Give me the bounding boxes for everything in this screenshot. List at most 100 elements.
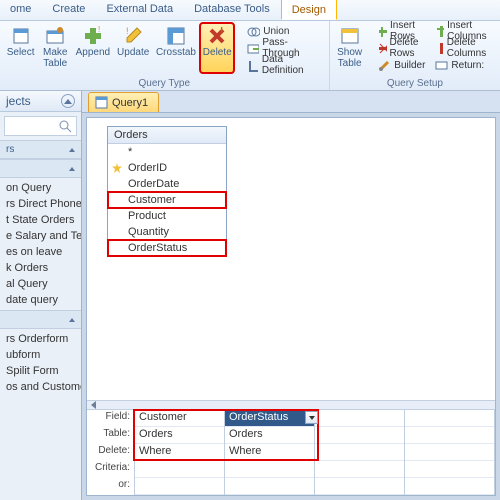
field-orderid[interactable]: OrderID xyxy=(108,160,226,176)
svg-text:!: ! xyxy=(98,26,100,34)
delete-rows-button[interactable]: Delete Rows xyxy=(374,40,429,56)
tab-home[interactable]: ome xyxy=(0,0,42,20)
select-icon xyxy=(11,26,31,46)
search-input[interactable] xyxy=(4,116,77,136)
field-dropdown[interactable] xyxy=(305,411,318,424)
field-customer[interactable]: Customer xyxy=(108,192,226,208)
make-table-icon xyxy=(45,26,65,46)
builder-button[interactable]: Builder xyxy=(374,57,429,73)
make-table-button[interactable]: Make Table xyxy=(39,23,71,73)
nav-item[interactable]: t State Orders xyxy=(0,212,81,228)
group-query-type: Select Make Table ! Append ! Update Cros… xyxy=(0,21,330,90)
qbe-column[interactable]: OrderStatusOrdersWhere xyxy=(225,410,315,495)
builder-icon xyxy=(378,59,391,72)
show-table-button[interactable]: Show Table xyxy=(334,23,366,73)
qbe-cell[interactable] xyxy=(315,461,404,478)
delete-columns-button[interactable]: Delete Columns xyxy=(431,40,496,56)
qbe-cell[interactable] xyxy=(135,461,224,478)
field-quantity[interactable]: Quantity xyxy=(108,224,226,240)
update-button[interactable]: ! Update xyxy=(115,23,152,73)
qbe-cell[interactable]: Orders xyxy=(225,427,314,444)
svg-text:!: ! xyxy=(220,26,223,37)
qbe-cell[interactable] xyxy=(315,444,404,461)
append-button[interactable]: ! Append xyxy=(73,23,112,73)
query-tab[interactable]: Query1 xyxy=(88,92,159,112)
qbe-cell[interactable]: OrderStatus xyxy=(225,410,314,427)
qbe-cell[interactable]: Where xyxy=(225,444,314,461)
field-orderdate[interactable]: OrderDate xyxy=(108,176,226,192)
qbe-cell[interactable] xyxy=(405,427,494,444)
qbe-cell[interactable]: Orders xyxy=(135,427,224,444)
qbe-cell[interactable] xyxy=(225,478,314,495)
qbe-grid: Field:Table:Delete:Criteria:or: Customer… xyxy=(87,410,495,495)
qbe-cell[interactable] xyxy=(315,427,404,444)
collapse-icon[interactable] xyxy=(61,94,75,108)
table-orders[interactable]: Orders *OrderIDOrderDateCustomerProductQ… xyxy=(107,126,227,257)
group-title-query-setup: Query Setup xyxy=(334,77,497,90)
group-title-query-type: Query Type xyxy=(4,77,325,90)
nav-section-queries[interactable] xyxy=(0,159,81,178)
splitter[interactable] xyxy=(87,400,495,410)
qbe-cell[interactable] xyxy=(405,478,494,495)
qbe-cell[interactable] xyxy=(405,444,494,461)
data-definition-button[interactable]: Data Definition xyxy=(243,57,324,73)
return-button[interactable]: Return: xyxy=(431,57,496,73)
group-query-setup: Show Table Insert Rows Delete Rows Build… xyxy=(330,21,500,90)
delete-icon: ! xyxy=(207,26,227,46)
select-button[interactable]: Select xyxy=(4,23,37,73)
qbe-column[interactable]: CustomerOrdersWhere xyxy=(135,410,225,495)
return-icon xyxy=(435,59,448,72)
nav-item[interactable]: e Salary and Tenure Q... xyxy=(0,228,81,244)
tab-database-tools[interactable]: Database Tools xyxy=(184,0,281,20)
qbe-column[interactable] xyxy=(405,410,495,495)
qbe-cell[interactable] xyxy=(315,410,404,427)
crosstab-icon xyxy=(166,26,186,46)
qbe-label: or: xyxy=(87,478,134,495)
qbe-cell[interactable]: Where xyxy=(135,444,224,461)
insert-rows-icon xyxy=(378,25,387,38)
design-canvas[interactable]: Orders *OrderIDOrderDateCustomerProductQ… xyxy=(87,118,495,400)
tab-design[interactable]: Design xyxy=(281,0,337,20)
field-*[interactable]: * xyxy=(108,144,226,160)
nav-item[interactable]: date query xyxy=(0,292,81,308)
qbe-column[interactable] xyxy=(315,410,405,495)
nav-item[interactable]: rs Orderform xyxy=(0,331,81,347)
data-definition-icon xyxy=(247,59,259,72)
qbe-label: Table: xyxy=(87,427,134,444)
qbe-label: Field: xyxy=(87,410,134,427)
nav-section-forms[interactable] xyxy=(0,310,81,329)
nav-header[interactable]: jects xyxy=(0,91,81,112)
nav-item[interactable]: al Query xyxy=(0,276,81,292)
table-title[interactable]: Orders xyxy=(108,127,226,144)
qbe-cell[interactable] xyxy=(405,410,494,427)
qbe-cell[interactable] xyxy=(405,461,494,478)
nav-section-tables[interactable]: rs xyxy=(0,140,81,159)
qbe-label: Criteria: xyxy=(87,461,134,478)
ribbon-tabs: ome Create External Data Database Tools … xyxy=(0,0,500,21)
nav-item[interactable]: rs Direct Phone Query xyxy=(0,196,81,212)
nav-item[interactable]: os and Customer form xyxy=(0,379,81,395)
tab-external-data[interactable]: External Data xyxy=(96,0,184,20)
qbe-cell[interactable] xyxy=(315,478,404,495)
crosstab-button[interactable]: Crosstab xyxy=(154,23,198,73)
qbe-cell[interactable] xyxy=(225,461,314,478)
field-product[interactable]: Product xyxy=(108,208,226,224)
document-tabs: Query1 xyxy=(82,91,500,113)
pass-through-icon xyxy=(247,42,259,55)
insert-columns-icon xyxy=(435,25,444,38)
tab-create[interactable]: Create xyxy=(42,0,96,20)
nav-item[interactable]: es on leave xyxy=(0,244,81,260)
qbe-label: Delete: xyxy=(87,444,134,461)
delete-button[interactable]: ! Delete xyxy=(200,23,234,73)
nav-item[interactable]: Spilit Form xyxy=(0,363,81,379)
ribbon: Select Make Table ! Append ! Update Cros… xyxy=(0,21,500,91)
qbe-cell[interactable]: Customer xyxy=(135,410,224,427)
nav-item[interactable]: k Orders xyxy=(0,260,81,276)
nav-item[interactable]: ubform xyxy=(0,347,81,363)
qbe-cell[interactable] xyxy=(135,478,224,495)
field-orderstatus[interactable]: OrderStatus xyxy=(108,240,226,256)
svg-text:!: ! xyxy=(126,26,129,36)
query-icon xyxy=(95,96,108,109)
nav-item[interactable]: on Query xyxy=(0,180,81,196)
append-icon: ! xyxy=(83,26,103,46)
